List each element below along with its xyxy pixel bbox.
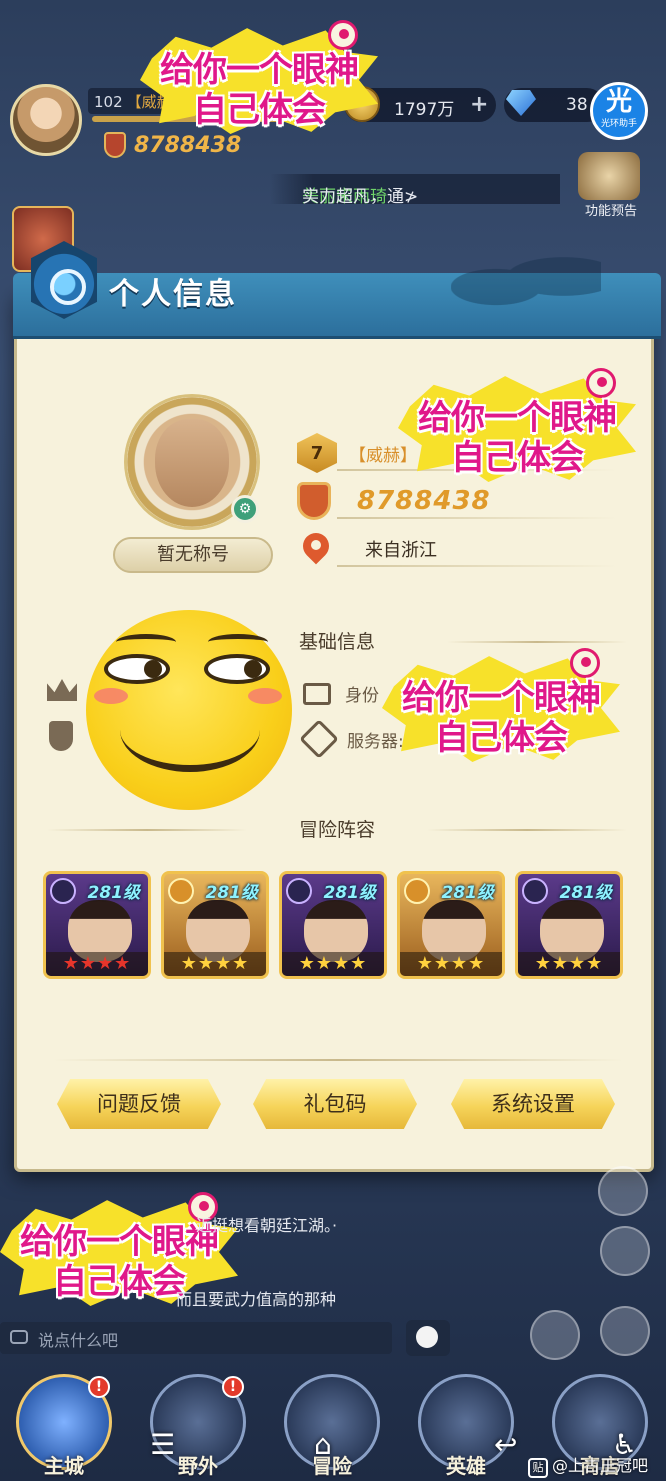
profile-portrait[interactable]: ⚙ bbox=[117, 391, 267, 531]
announcement-ticker: 美丽宋雨琦 实力超凡，通≯ bbox=[270, 174, 560, 204]
basic-id-row: 身份 bbox=[303, 681, 379, 706]
portrait-face bbox=[155, 419, 229, 507]
smirk-emoji-icon bbox=[86, 610, 292, 810]
guild-shield-icon bbox=[49, 721, 73, 751]
sticker-line-2: 自己体会 bbox=[193, 90, 326, 130]
chat-message: 而且要武力值高的那种 bbox=[176, 1290, 337, 1309]
emoji-brow bbox=[116, 634, 176, 650]
panel-header: 个人信息 bbox=[13, 241, 661, 339]
id-card-icon bbox=[303, 682, 331, 705]
hero-stars: ★★★★ bbox=[518, 952, 620, 976]
faction-icon bbox=[522, 878, 548, 904]
emoji-button[interactable] bbox=[406, 1320, 450, 1356]
team-title: 冒险阵容 bbox=[298, 819, 375, 841]
ticker-message: 实力超凡，通≯ bbox=[302, 187, 419, 204]
hero-level: 281级 bbox=[441, 883, 495, 903]
location-pin-icon bbox=[303, 533, 329, 565]
faction-icon bbox=[286, 878, 312, 904]
sticker-line-2: 自己体会 bbox=[435, 718, 568, 758]
hero-stars: ★★★★ bbox=[282, 952, 384, 976]
alert-badge: ! bbox=[88, 1376, 110, 1398]
emoji-eye bbox=[204, 654, 270, 684]
row-divider bbox=[337, 517, 617, 519]
honor-title-plate[interactable]: 暂无称号 bbox=[113, 537, 273, 573]
hero-stars: ★★★★ bbox=[46, 952, 148, 976]
friends-icon[interactable] bbox=[600, 1226, 650, 1276]
level-badge: 7 bbox=[297, 433, 337, 473]
header-decoration bbox=[451, 245, 601, 315]
level-number: 7 bbox=[310, 442, 324, 464]
meme-sticker: 给你一个眼神 自己体会 bbox=[392, 368, 642, 488]
hero-stars: ★★★★ bbox=[164, 952, 266, 976]
faction-icon bbox=[168, 878, 194, 904]
watermark-badge: 贴 bbox=[528, 1458, 548, 1478]
hero-level: 281级 bbox=[323, 883, 377, 903]
helper-logo-text: 光 bbox=[605, 87, 632, 117]
panel-title: 个人信息 bbox=[109, 277, 237, 312]
basic-rank-row bbox=[47, 679, 77, 701]
back-icon[interactable]: ↩ bbox=[494, 1428, 517, 1461]
gold-value: 1797万 bbox=[394, 100, 455, 120]
id-label: 身份 bbox=[345, 686, 379, 706]
watermark-text: @上古王冠吧 bbox=[552, 1456, 649, 1475]
gift-code-button[interactable]: 礼包码 bbox=[253, 1079, 417, 1129]
faction-icon bbox=[404, 878, 430, 904]
hero-card[interactable]: 281级 ★★★★ bbox=[515, 871, 623, 979]
source-watermark: 贴 @上古王冠吧 bbox=[528, 1452, 648, 1478]
basic-guild-row bbox=[49, 721, 73, 751]
emoji-eye bbox=[104, 654, 170, 684]
feedback-button[interactable]: 问题反馈 bbox=[57, 1079, 221, 1129]
emoji-mouth bbox=[120, 688, 260, 772]
close-side-button[interactable] bbox=[598, 1166, 648, 1216]
shield-icon bbox=[297, 482, 331, 520]
hero-card[interactable]: 281级 ★★★★ bbox=[43, 871, 151, 979]
player-level: 102 bbox=[94, 93, 123, 111]
home-icon[interactable]: ⌂ bbox=[314, 1428, 332, 1461]
hero-level: 281级 bbox=[559, 883, 613, 903]
settings-button[interactable]: 系统设置 bbox=[451, 1079, 615, 1129]
meme-sticker: 给你一个眼神 自己体会 bbox=[134, 20, 384, 140]
menu-icon[interactable]: ☰ bbox=[150, 1428, 175, 1461]
row-divider bbox=[337, 565, 617, 567]
hero-card[interactable]: 281级 ★★★★ bbox=[161, 871, 269, 979]
shield-icon bbox=[104, 132, 126, 158]
hero-level: 281级 bbox=[87, 883, 141, 903]
player-avatar[interactable] bbox=[10, 84, 82, 156]
hero-card[interactable]: 281级 ★★★★ bbox=[397, 871, 505, 979]
backpack-icon[interactable] bbox=[600, 1306, 650, 1356]
hero-lineup: 281级 ★★★★ 281级 ★★★★ 281级 ★★★★ 281级 ★★★★ bbox=[43, 871, 633, 981]
location-row: 来自浙江 bbox=[297, 529, 617, 569]
bottom-divider bbox=[53, 1059, 623, 1061]
alert-badge: ! bbox=[222, 1376, 244, 1398]
faction-icon bbox=[50, 878, 76, 904]
chat-placeholder: 说点什么吧 bbox=[38, 1331, 119, 1350]
hero-stars: ★★★★ bbox=[400, 952, 502, 976]
helper-label: 光环助手 bbox=[600, 119, 637, 129]
hero-card[interactable]: 281级 ★★★★ bbox=[279, 871, 387, 979]
emoji-brow bbox=[208, 634, 268, 650]
chat-message: 近挺想看朝廷江湖。· bbox=[196, 1216, 338, 1235]
hero-level: 281级 bbox=[205, 883, 259, 903]
meme-sticker: 给你一个眼神 自己体会 bbox=[376, 648, 626, 768]
gear-icon[interactable]: ⚙ bbox=[231, 495, 259, 523]
server-icon bbox=[299, 719, 339, 759]
power-value: 8788438 bbox=[357, 486, 491, 516]
add-gold-button[interactable]: + bbox=[470, 92, 488, 117]
sticker-line-2: 自己体会 bbox=[451, 438, 584, 478]
chat-input[interactable]: 说点什么吧 bbox=[0, 1322, 392, 1354]
location-text: 来自浙江 bbox=[365, 540, 437, 561]
chat-bubble-icon bbox=[10, 1330, 28, 1344]
crown-icon bbox=[47, 679, 77, 701]
ranking-icon[interactable] bbox=[530, 1310, 580, 1360]
feature-preview-icon[interactable] bbox=[578, 152, 640, 200]
helper-app-button[interactable]: 光 光环助手 bbox=[590, 82, 648, 140]
gem-value: 38 bbox=[566, 95, 588, 115]
feature-preview-label: 功能预告 bbox=[584, 204, 637, 219]
